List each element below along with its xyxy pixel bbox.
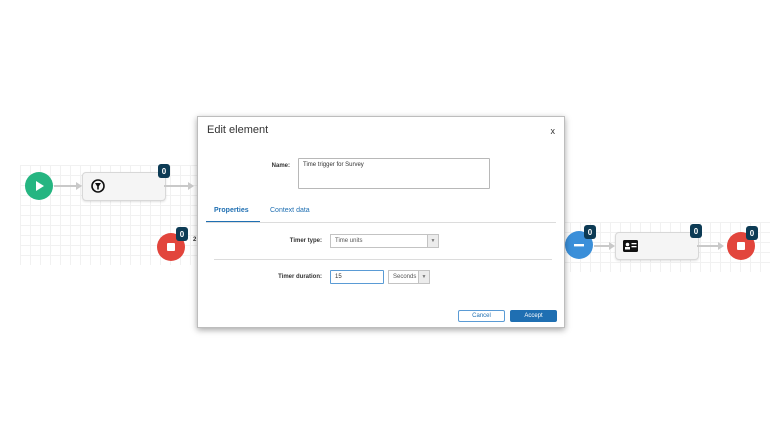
cancel-button[interactable]: Cancel	[458, 310, 505, 322]
filter-icon	[91, 179, 105, 193]
dropdown-arrow-icon: ▼	[418, 271, 429, 283]
minus-icon	[574, 244, 584, 247]
connector-arrow	[188, 182, 194, 190]
card-node-counter: 0	[690, 224, 702, 238]
timer-type-value: Time units	[335, 238, 363, 244]
edit-element-dialog: Edit element x Name: Time trigger for Su…	[197, 116, 565, 328]
wait-node-counter: 0	[584, 225, 596, 239]
accept-button[interactable]: Accept	[510, 310, 557, 322]
connector-arrow	[718, 242, 724, 250]
edge-label: 2	[193, 237, 197, 243]
connector-line	[697, 245, 719, 247]
timer-type-select[interactable]: Time units ▼	[330, 234, 439, 248]
dialog-title: Edit element	[207, 124, 269, 136]
tabs-divider	[206, 222, 556, 223]
stop-icon	[167, 243, 175, 251]
section-divider	[214, 259, 552, 260]
close-icon[interactable]: x	[551, 126, 556, 136]
filter-node-counter: 0	[158, 164, 170, 178]
id-card-icon	[623, 240, 638, 252]
stop-icon	[737, 242, 745, 250]
name-label: Name:	[271, 163, 290, 169]
timer-duration-input[interactable]: 15	[330, 270, 384, 284]
tab-properties[interactable]: Properties	[214, 207, 249, 214]
connector-line	[594, 245, 610, 247]
stop-node-right-counter: 0	[746, 226, 758, 240]
name-field[interactable]: Time trigger for Survey	[298, 158, 490, 189]
timer-unit-select[interactable]: Seconds ▼	[388, 270, 430, 284]
tab-context-data[interactable]: Context data	[270, 207, 310, 214]
timer-unit-value: Seconds	[393, 274, 417, 280]
filter-node[interactable]	[82, 172, 166, 201]
play-icon	[36, 181, 44, 191]
connector-line	[164, 185, 190, 187]
dropdown-arrow-icon: ▼	[427, 235, 438, 247]
start-node[interactable]	[25, 172, 53, 200]
card-node[interactable]	[615, 232, 699, 260]
timer-type-label: Timer type:	[289, 238, 322, 244]
stop-node-left-counter: 0	[176, 227, 188, 241]
timer-duration-label: Timer duration:	[278, 274, 322, 280]
connector-line	[54, 185, 76, 187]
